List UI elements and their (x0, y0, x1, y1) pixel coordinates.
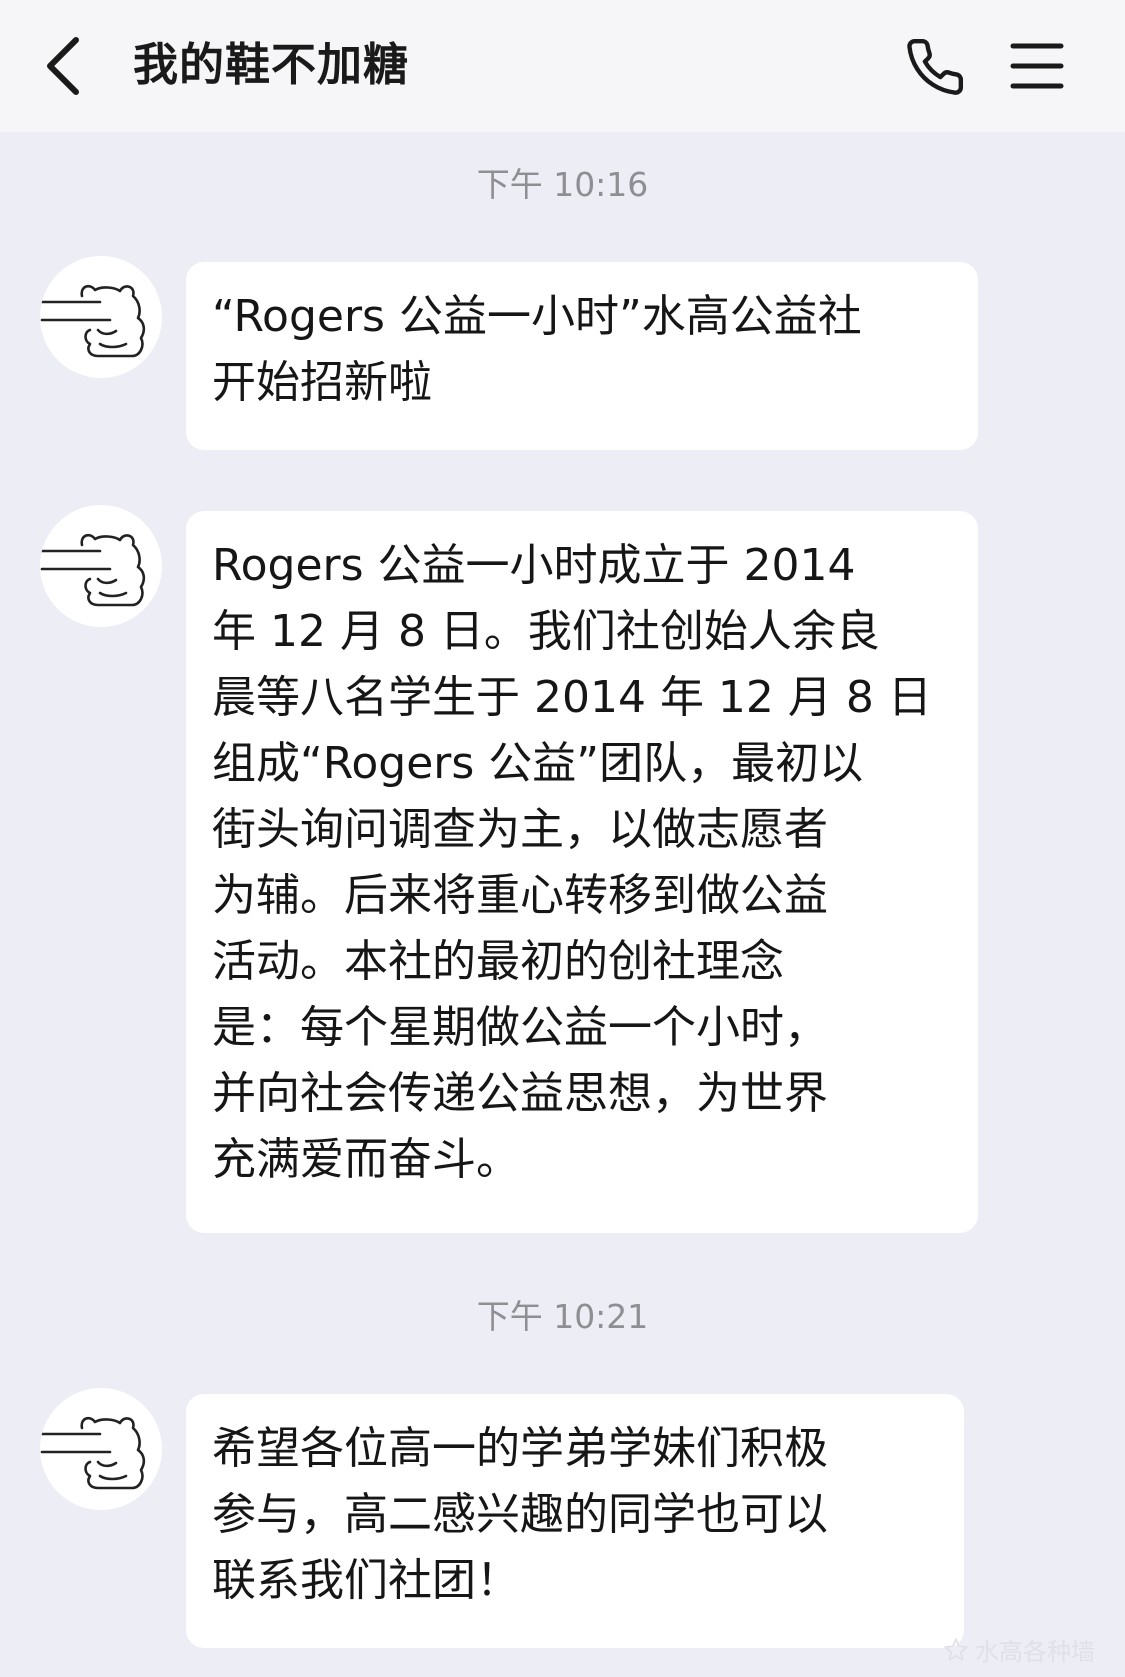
star-icon (944, 1637, 968, 1661)
bear-doodle-avatar-icon (40, 533, 146, 607)
chat-header: 我的鞋不加糖 (0, 0, 1125, 132)
hamburger-menu-icon (1010, 43, 1064, 89)
phone-icon (907, 38, 964, 95)
chevron-left-icon (47, 37, 79, 95)
avatar[interactable] (40, 505, 162, 627)
timestamp: 下午 10:16 (476, 165, 649, 204)
menu-button[interactable] (1010, 40, 1064, 92)
message-bubble[interactable]: 希望各位高一的学弟学妹们积极 参与，高二感兴趣的同学也可以 联系我们社团！ (186, 1394, 964, 1648)
avatar[interactable] (40, 1388, 162, 1510)
message-bubble[interactable]: Rogers 公益一小时成立于 2014 年 12 月 8 日。我们社创始人余良… (186, 511, 978, 1233)
timestamp: 下午 10:21 (476, 1297, 649, 1336)
message-bubble[interactable]: “Rogers 公益一小时”水高公益社 开始招新啦 (186, 262, 978, 450)
bear-doodle-avatar-icon (40, 1416, 146, 1490)
call-button[interactable] (904, 36, 966, 98)
watermark-text: 水高各种墙 (975, 1638, 1095, 1666)
watermark: 水高各种墙 (943, 1632, 1095, 1667)
avatar[interactable] (40, 256, 162, 378)
back-button[interactable] (38, 32, 98, 100)
bear-doodle-avatar-icon (40, 284, 146, 358)
chat-title: 我的鞋不加糖 (133, 38, 410, 91)
